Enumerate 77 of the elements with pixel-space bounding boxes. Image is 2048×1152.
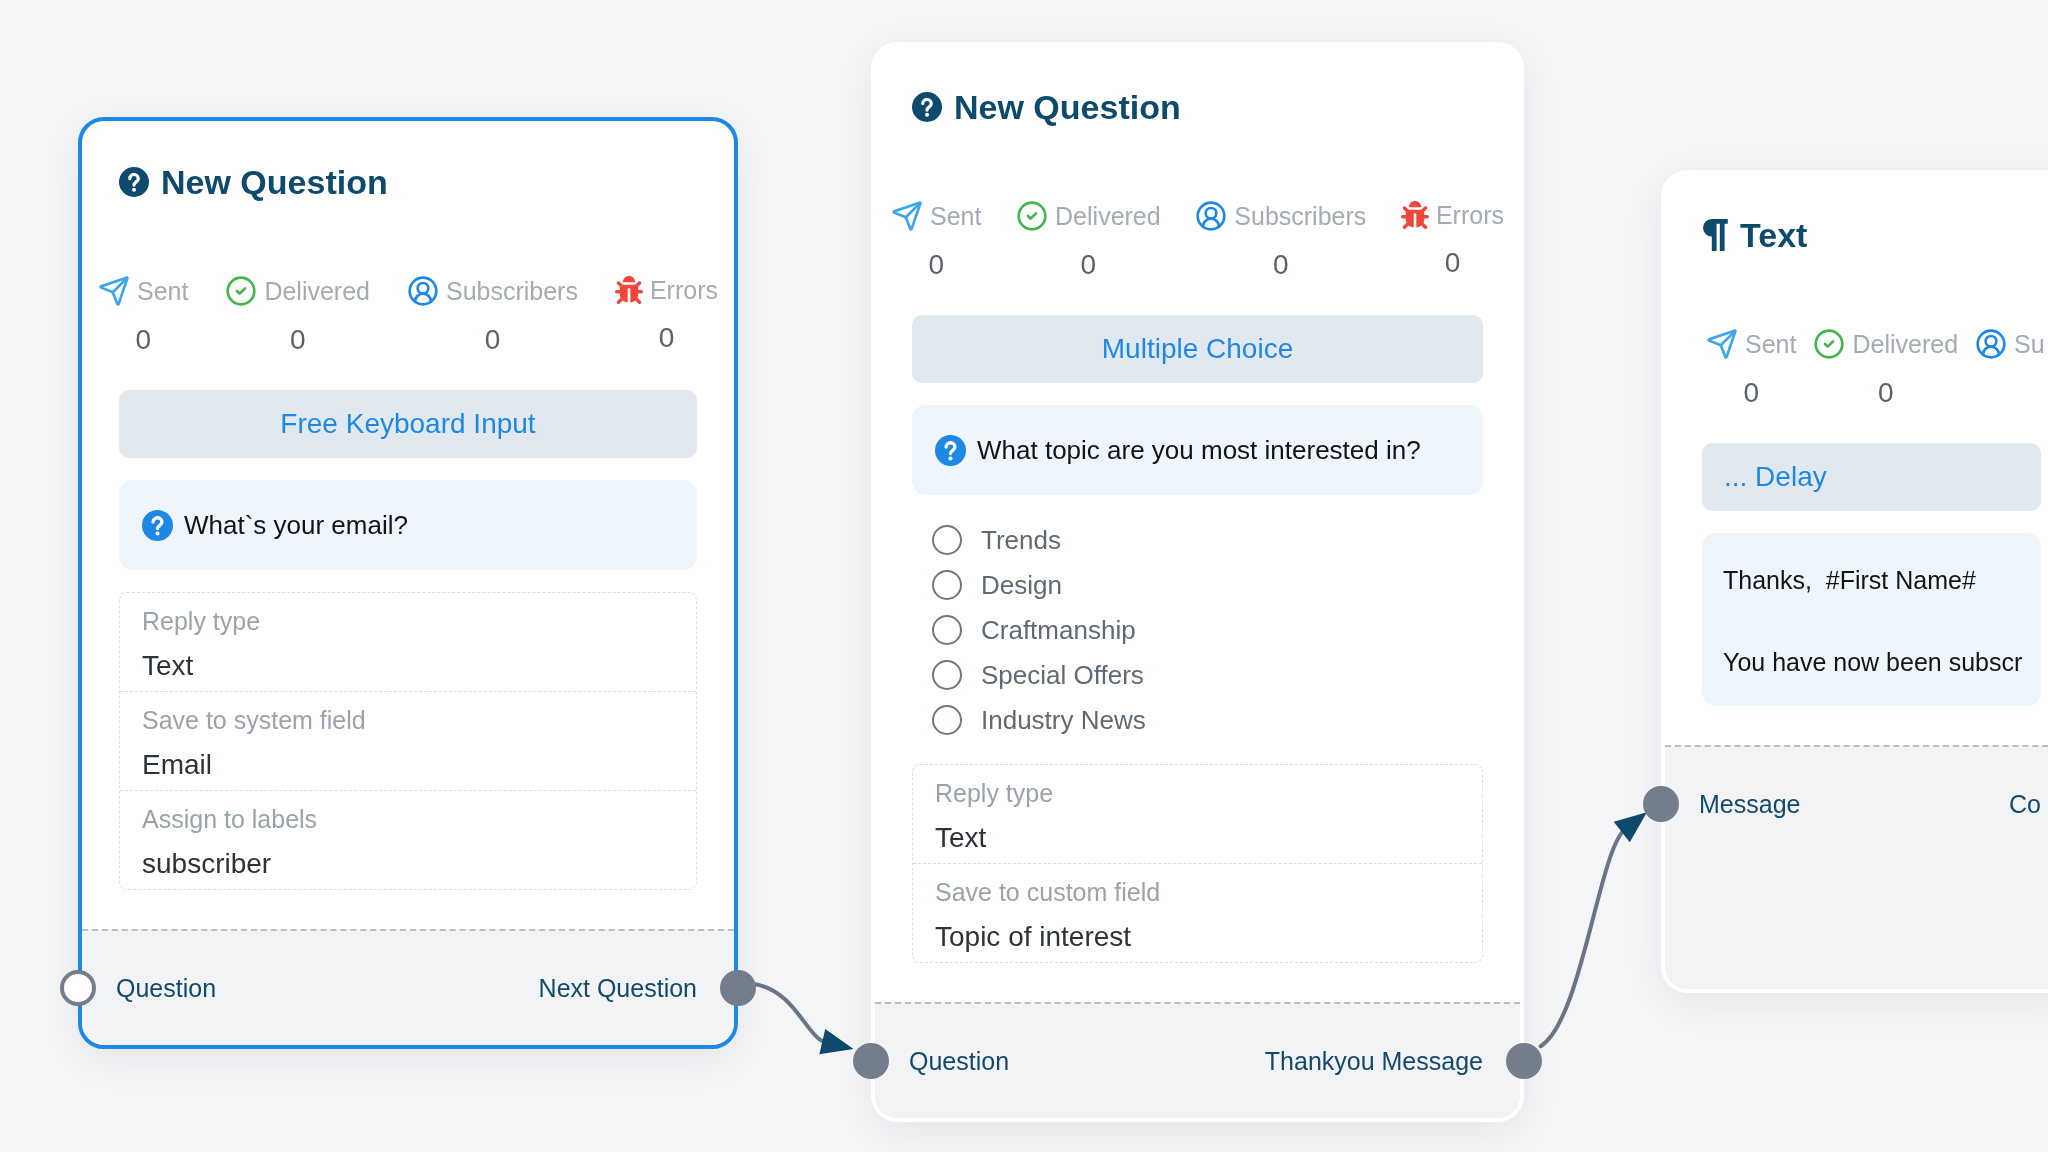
connection-port[interactable]	[720, 970, 756, 1006]
connection-port[interactable]	[1643, 786, 1679, 822]
stat-value: 0	[928, 248, 944, 282]
stat-value: 0	[658, 321, 675, 355]
node-title: Text	[1740, 215, 1808, 255]
paper-plane-icon	[891, 200, 923, 232]
stat-value: 0	[135, 323, 151, 357]
user-circle-icon	[1195, 200, 1228, 232]
field-label: Assign to labels	[142, 804, 318, 835]
question-circle-icon	[912, 92, 942, 122]
radio-button[interactable]	[932, 704, 962, 735]
field-label: Reply type	[142, 606, 261, 637]
message-text: Thanks, #First Name# You have now been subscr	[1723, 565, 2024, 678]
stat-value: 0	[1080, 248, 1097, 282]
option-label: Industry News	[981, 703, 1146, 737]
paper-plane-icon	[98, 275, 130, 307]
stat-value: 0	[484, 323, 501, 357]
radio-button[interactable]	[932, 569, 962, 600]
check-circle-icon	[1016, 200, 1049, 232]
field-label: Reply type	[935, 778, 1054, 809]
stat-value: 0	[1444, 246, 1461, 280]
connection-port[interactable]	[1506, 1043, 1542, 1079]
option-label: Craftmanship	[981, 613, 1136, 647]
port-label: Co	[2009, 789, 2041, 820]
radio-button[interactable]	[932, 614, 962, 645]
question-circle-icon	[119, 167, 149, 197]
port-label: Message	[1699, 789, 1801, 820]
paper-plane-icon	[1706, 328, 1738, 360]
port-label: Next Question	[538, 973, 697, 1004]
stat-value: 0	[1877, 376, 1894, 410]
stat-label: Errors	[1435, 200, 1504, 230]
field-label: Save to custom field	[935, 877, 1161, 908]
stat-label: Subscribers	[1234, 201, 1367, 231]
node-title: New Question	[954, 87, 1181, 127]
stat-label: Sent	[930, 201, 982, 231]
user-circle-icon	[1975, 328, 2008, 360]
delay-button[interactable]: ... Delay	[1702, 443, 2041, 511]
node-title: New Question	[161, 162, 388, 202]
field-value: Topic of interest	[935, 920, 1132, 954]
stat-label: Delivered	[1852, 329, 1959, 359]
connection-port[interactable]	[60, 970, 96, 1006]
stat-label: Sent	[1745, 329, 1797, 359]
field-value: subscriber	[142, 847, 272, 881]
option-label: Design	[981, 568, 1062, 602]
radio-button[interactable]	[932, 659, 962, 690]
question-text: What topic are you most interested in?	[977, 434, 1421, 467]
port-label: Question	[909, 1046, 1010, 1077]
check-circle-icon	[225, 275, 258, 307]
stat-label: Delivered	[264, 276, 370, 306]
port-label: Question	[116, 973, 217, 1004]
option-label: Trends	[981, 523, 1061, 557]
question-type-button[interactable]: Multiple Choice	[912, 315, 1483, 383]
port-label: Thankyou Message	[1264, 1046, 1483, 1077]
stat-label: Su	[2014, 329, 2045, 359]
check-circle-icon	[1813, 328, 1846, 360]
field-label: Save to system field	[142, 705, 366, 736]
question-circle-icon	[935, 434, 966, 466]
bug-icon	[1400, 201, 1429, 229]
question-text: What`s your email?	[184, 509, 408, 542]
field-value: Text	[142, 649, 194, 683]
stat-label: Subscribers	[445, 276, 578, 306]
stat-value: 0	[289, 323, 306, 357]
stat-label: Sent	[137, 276, 189, 306]
radio-button[interactable]	[932, 524, 962, 555]
field-value: Email	[142, 748, 212, 782]
bug-icon	[614, 276, 643, 304]
stat-label: Delivered	[1055, 201, 1161, 231]
stat-value: 0	[1273, 248, 1289, 282]
question-circle-icon	[142, 509, 173, 541]
user-circle-icon	[406, 275, 439, 307]
option-label: Special Offers	[981, 658, 1144, 692]
field-value: Text	[935, 821, 987, 855]
stat-label: Errors	[649, 275, 718, 305]
connection-port[interactable]	[853, 1043, 889, 1079]
stat-value: 0	[1743, 376, 1759, 410]
question-type-button[interactable]: Free Keyboard Input	[119, 390, 697, 458]
pilcrow-icon	[1702, 219, 1728, 251]
